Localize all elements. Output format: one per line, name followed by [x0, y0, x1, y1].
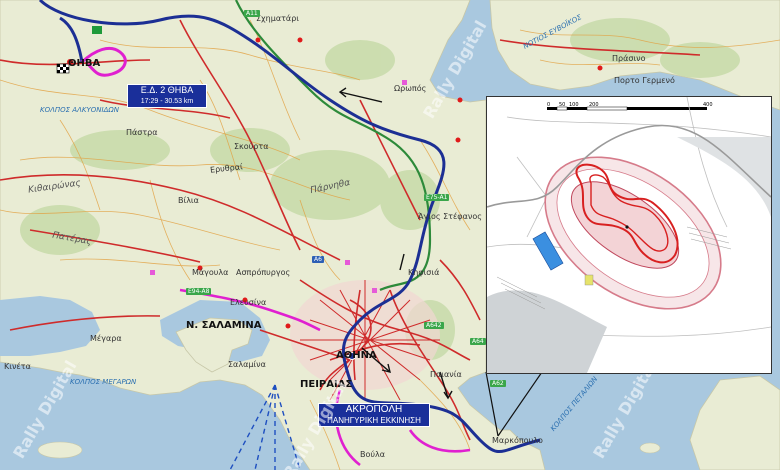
place-vilia: Βίλια — [178, 196, 199, 205]
water-alkyonides: ΚΟΛΠΟΣ ΑΛΚΥΟΝΙΔΩΝ — [40, 106, 119, 114]
place-oropos: Ωρωπός — [394, 84, 427, 93]
place-thiva: ΘΗΒΑ — [68, 58, 101, 69]
place-pastra: Πάστρα — [126, 128, 158, 137]
place-voula: Βούλα — [360, 450, 386, 459]
place-salamina: Ν. ΣΑΛΑΜΙΝΑ — [186, 320, 262, 331]
place-salamina-town: Σαλαμίνα — [228, 360, 266, 369]
stage-title: Ε.Δ. 2 ΘΗΒΑ — [140, 85, 194, 95]
start-subtitle: ΠΑΝΗΓΥΡΙΚΗ ΕΚΚΙΝΗΣΗ — [327, 416, 421, 425]
place-markopoulo: Μαρκόπουλο — [492, 436, 543, 445]
place-aspropyrgos: Ασπρόπυργος — [236, 268, 291, 277]
water-megara-gulf: ΚΟΛΠΟΣ ΜΕΓΑΡΩΝ — [70, 378, 137, 386]
islet — [639, 442, 661, 454]
road-a642: A642 — [424, 322, 444, 329]
green-flag-icon — [92, 26, 102, 34]
inset-track-map[interactable]: 0 50 100 200 400 — [486, 96, 772, 374]
road-e75: E75-A1 — [424, 194, 450, 201]
road-a6: A6 — [312, 256, 324, 263]
stage-detail: 17:29 - 30.53 km — [140, 98, 194, 105]
terrain-shading — [487, 290, 607, 373]
place-schimatari: Σχηματάρι — [256, 14, 299, 23]
place-prasino: Πράσινο — [612, 54, 646, 63]
stage-info-box[interactable]: Ε.Δ. 2 ΘΗΒΑ 17:29 - 30.53 km — [127, 84, 207, 108]
road-a11: A11 — [244, 10, 260, 17]
road-e94: E94-A8 — [186, 288, 212, 295]
place-agios-stefanos: Άγιος Στέφανος — [418, 212, 482, 221]
road-a64: A64 — [470, 338, 486, 345]
place-athina: ΑΘΗΝΑ — [336, 350, 377, 361]
road-a62: A62 — [490, 380, 506, 387]
place-megara: Μέγαρα — [90, 334, 122, 343]
place-pikermi: Παιανία — [430, 370, 462, 379]
map-view[interactable]: ΘΗΒΑ Σχηματάρι ΑΘΗΝΑ ΠΕΙΡΑΙΑΣ Ν. ΣΑΛΑΜΙΝ… — [0, 0, 780, 470]
pit-building — [584, 274, 594, 286]
track-center-marker — [625, 225, 629, 229]
track-drawing — [487, 97, 771, 373]
place-kifisia: Κηφισιά — [408, 268, 440, 277]
place-portoheli: Πορτο Γερμενό — [614, 76, 675, 85]
islet — [37, 441, 83, 459]
place-magoula: Μάγουλα — [192, 268, 229, 277]
place-kineta: Κινέτα — [4, 362, 31, 371]
place-elefsina: Ελευσίνα — [230, 298, 267, 307]
place-skourta: Σκούρτα — [234, 142, 269, 151]
